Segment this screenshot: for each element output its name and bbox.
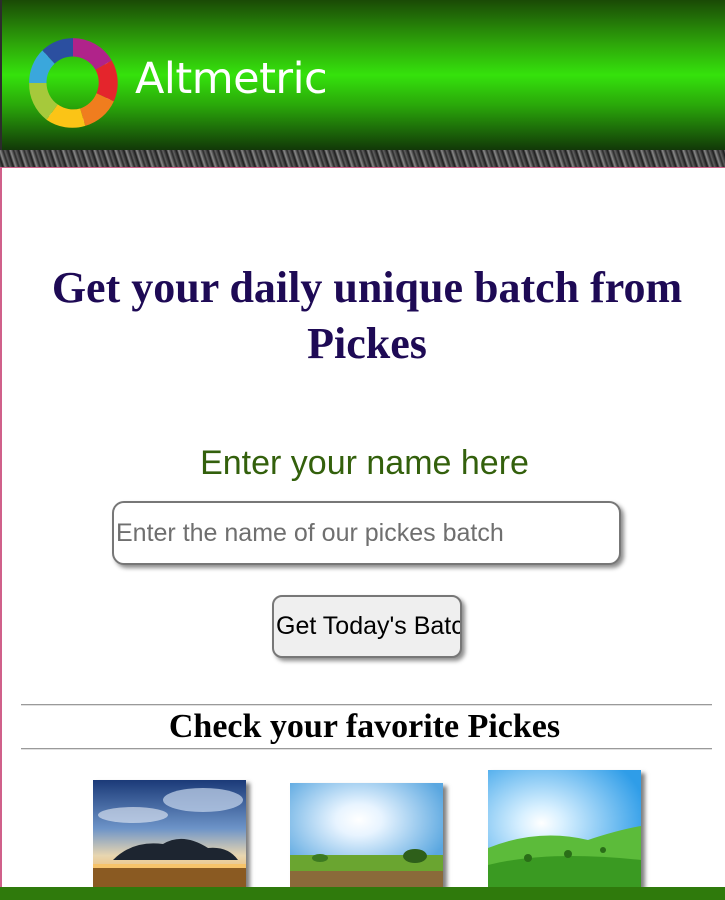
name-label: Enter your name here [200,444,529,482]
site-header: Altmetric [0,0,725,150]
batch-name-input[interactable] [112,501,621,565]
main-content: Get your daily unique batch from Pickes … [0,167,725,888]
footer-bar [0,887,725,900]
get-batch-button[interactable]: Get Today's Batch [272,595,462,658]
favorites-heading: Check your favorite Pickes [168,708,561,745]
brand-name: Altmetric [135,54,328,104]
altmetric-donut-icon[interactable] [22,32,124,134]
page-title: Get your daily unique batch from Pickes [51,263,683,368]
decorative-stripe [0,150,725,167]
bottom-divider [21,748,712,750]
sunny-meadow-image[interactable] [290,783,443,888]
green-hills-image[interactable] [488,770,641,888]
sunset-clouds-image[interactable] [93,780,246,888]
